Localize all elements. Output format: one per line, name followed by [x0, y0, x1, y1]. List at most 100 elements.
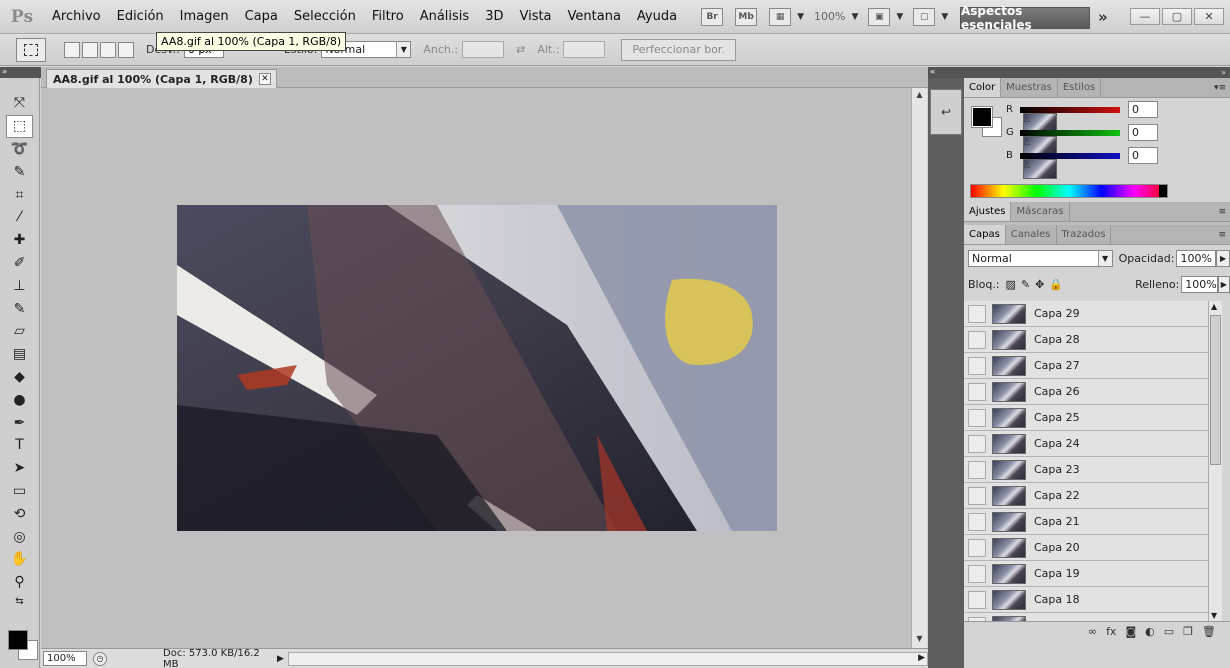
view-extras-icon[interactable]: ▦: [769, 7, 792, 26]
adjustment-layer-icon[interactable]: ◐: [1145, 625, 1155, 638]
visibility-icon[interactable]: [968, 356, 986, 375]
refine-edge-button[interactable]: Perfeccionar bor.: [621, 38, 736, 61]
swap-icon[interactable]: ⇄: [516, 43, 525, 56]
panels-grip[interactable]: »: [964, 67, 1230, 78]
rectangle-tool-icon[interactable]: ▭: [0, 480, 39, 503]
menu-item[interactable]: Selección: [286, 0, 364, 34]
hand-tool-icon[interactable]: ✋: [0, 548, 39, 571]
menu-item[interactable]: Capa: [237, 0, 286, 34]
layer-row[interactable]: Capa 20: [964, 535, 1208, 561]
menu-item[interactable]: Vista: [511, 0, 559, 34]
delete-layer-icon[interactable]: 🗑: [1202, 625, 1216, 638]
eraser-tool-icon[interactable]: ▱: [0, 320, 39, 343]
lock-transparency-icon[interactable]: ▨: [1006, 278, 1016, 291]
color-swatches[interactable]: [8, 630, 38, 660]
width-input[interactable]: [462, 41, 505, 58]
menu-item[interactable]: Ventana: [560, 0, 629, 34]
blend-mode-select[interactable]: Normal ▼: [968, 249, 1113, 267]
layer-row[interactable]: Capa 21: [964, 509, 1208, 535]
history-brush-tool-icon[interactable]: ✎: [0, 297, 39, 320]
icon-column-grip[interactable]: «: [928, 67, 964, 78]
status-icon[interactable]: ◷: [93, 651, 107, 666]
tab-paths[interactable]: Trazados: [1057, 225, 1112, 244]
gradient-tool-icon[interactable]: ▤: [0, 343, 39, 366]
tab-masks[interactable]: Máscaras: [1011, 202, 1070, 221]
3d-rotate-tool-icon[interactable]: ⟲: [0, 502, 39, 525]
layer-row[interactable]: Capa 23: [964, 457, 1208, 483]
bridge-icon[interactable]: Br: [701, 7, 724, 26]
color-ramp[interactable]: [970, 184, 1168, 198]
visibility-icon[interactable]: [968, 304, 986, 323]
vertical-scrollbar[interactable]: ▲ ▼: [911, 88, 927, 648]
visibility-icon[interactable]: [968, 330, 986, 349]
swap-colors-icon[interactable]: ⇆: [0, 594, 39, 610]
visibility-icon[interactable]: [968, 538, 986, 557]
layer-row[interactable]: Capa 27: [964, 353, 1208, 379]
new-layer-icon[interactable]: ❐: [1183, 625, 1193, 638]
visibility-icon[interactable]: [968, 408, 986, 427]
zoom-field[interactable]: 100%: [43, 651, 87, 666]
fill-arrow[interactable]: ▶: [1217, 275, 1230, 293]
layer-style-icon[interactable]: fx: [1106, 625, 1116, 638]
layer-row[interactable]: Capa 19: [964, 561, 1208, 587]
green-value[interactable]: 0: [1128, 124, 1158, 141]
lasso-tool-icon[interactable]: ➰: [0, 138, 39, 161]
tab-color[interactable]: Color: [964, 78, 1002, 97]
red-value[interactable]: 0: [1128, 101, 1158, 118]
blur-tool-icon[interactable]: ◆: [0, 366, 39, 389]
new-selection-icon[interactable]: [64, 41, 80, 58]
visibility-icon[interactable]: [968, 590, 986, 609]
height-input[interactable]: [563, 41, 606, 58]
subtract-selection-icon[interactable]: [100, 41, 116, 58]
tab-channels[interactable]: Canales: [1006, 225, 1057, 244]
maximize-button[interactable]: ▢: [1162, 8, 1192, 25]
menu-item[interactable]: Ayuda: [629, 0, 685, 34]
menu-item[interactable]: Filtro: [364, 0, 412, 34]
arrange-documents-icon[interactable]: ▣: [868, 7, 891, 26]
foreground-color[interactable]: [8, 630, 28, 650]
layer-row[interactable]: Capa 28: [964, 327, 1208, 353]
lock-pixels-icon[interactable]: ✎: [1021, 278, 1030, 291]
close-button[interactable]: ✕: [1194, 8, 1224, 25]
workspace-button[interactable]: Aspectos esenciales: [960, 4, 1090, 32]
link-layers-icon[interactable]: ∞: [1088, 625, 1097, 638]
move-tool-icon[interactable]: ⤧: [0, 92, 39, 115]
status-menu-arrow[interactable]: ▶: [277, 654, 284, 664]
lock-position-icon[interactable]: ✥: [1035, 278, 1044, 291]
panel-menu-icon[interactable]: ▾≡: [1214, 83, 1226, 93]
tab-swatches[interactable]: Muestras: [1001, 78, 1058, 97]
new-group-icon[interactable]: ▭: [1164, 625, 1174, 638]
fill-input[interactable]: 100%: [1181, 275, 1218, 293]
layer-row[interactable]: Capa 29: [964, 301, 1208, 327]
layer-row[interactable]: Capa 26: [964, 379, 1208, 405]
toolbox-grip[interactable]: »: [0, 67, 41, 78]
layer-row[interactable]: Capa 25: [964, 405, 1208, 431]
tab-adjustments[interactable]: Ajustes: [964, 202, 1012, 221]
canvas-area[interactable]: [41, 88, 911, 648]
visibility-icon[interactable]: [968, 460, 986, 479]
document-tab[interactable]: AA8.gif al 100% (Capa 1, RGB/8) ✕: [46, 69, 277, 88]
horizontal-scrollbar[interactable]: ▶: [287, 651, 928, 666]
layer-row[interactable]: Capa 24: [964, 431, 1208, 457]
layer-row[interactable]: Capa 18: [964, 587, 1208, 613]
opacity-arrow[interactable]: ▶: [1216, 249, 1230, 267]
menu-item[interactable]: Archivo: [44, 0, 109, 34]
panel-foreground-color[interactable]: [971, 106, 993, 128]
type-tool-icon[interactable]: T: [0, 434, 39, 457]
eyedropper-tool-icon[interactable]: ⁄: [0, 206, 39, 229]
visibility-icon[interactable]: [968, 512, 986, 531]
menu-item[interactable]: 3D: [477, 0, 511, 34]
layer-row[interactable]: Capa 17: [964, 613, 1208, 621]
healing-brush-tool-icon[interactable]: ✚: [0, 229, 39, 252]
lock-all-icon[interactable]: 🔒: [1049, 278, 1063, 291]
minimize-button[interactable]: —: [1130, 8, 1160, 25]
screen-mode-icon[interactable]: ▢: [913, 7, 936, 26]
visibility-icon[interactable]: [968, 434, 986, 453]
tab-styles[interactable]: Estilos: [1058, 78, 1102, 97]
blue-value[interactable]: 0: [1128, 147, 1158, 164]
clone-stamp-tool-icon[interactable]: ⊥: [0, 274, 39, 297]
history-panel-icon[interactable]: ↩: [930, 89, 962, 135]
tool-preset-picker[interactable]: [16, 37, 46, 62]
visibility-icon[interactable]: [968, 486, 986, 505]
menu-item[interactable]: Edición: [109, 0, 172, 34]
